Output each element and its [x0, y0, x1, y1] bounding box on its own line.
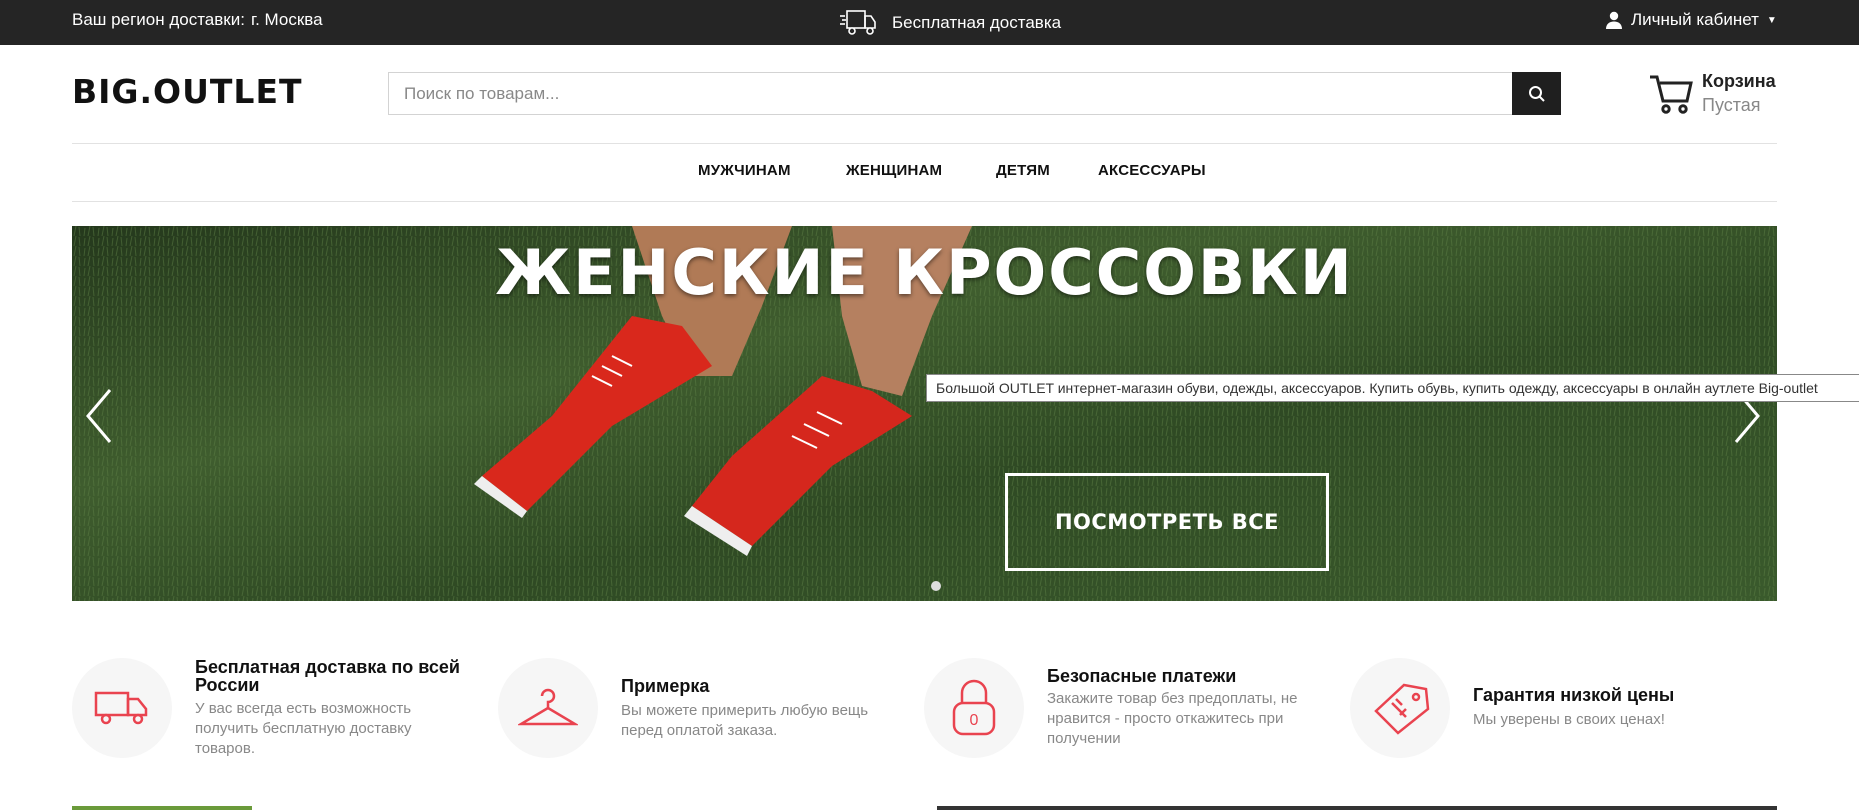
cart-title: Корзина: [1702, 71, 1776, 91]
next-section-edge-right: [937, 806, 1777, 810]
feature-item: Бесплатная доставка по всей России У вас…: [72, 655, 492, 765]
page-tooltip: Большой OUTLET интернет-магазин обуви, о…: [926, 374, 1859, 402]
account-label: Личный кабинет: [1631, 10, 1759, 29]
delivery-region[interactable]: Ваш регион доставки: г. Москва: [72, 10, 323, 30]
banner-headline: ЖЕНСКИЕ КРОССОВКИ: [495, 236, 1354, 309]
feature-title: Примерка: [621, 676, 710, 696]
free-shipping-text: Бесплатная доставка: [892, 13, 1062, 32]
region-label: Ваш регион доставки:: [72, 10, 245, 29]
caret-down-icon: ▼: [1766, 14, 1777, 26]
site-logo[interactable]: BIG.OUTLET: [72, 72, 303, 111]
feature-title: Безопасные платежи: [1047, 666, 1237, 686]
search-button[interactable]: [1512, 72, 1561, 115]
slider-dot[interactable]: [931, 581, 941, 591]
region-city[interactable]: г. Москва: [251, 10, 323, 29]
nav-item-men[interactable]: МУЖЧИНАМ: [698, 162, 791, 179]
cart-status: Пустая: [1702, 95, 1761, 115]
feature-icon-circle: 0: [924, 658, 1024, 758]
feature-desc: Вы можете примерить любую вещь перед опл…: [621, 702, 869, 739]
feature-item: Примерка Вы можете примерить любую вещь …: [498, 655, 918, 765]
chevron-left-icon[interactable]: [84, 388, 114, 444]
feature-title: Бесплатная доставка по всей России: [195, 657, 460, 695]
feature-icon-circle: [1350, 658, 1450, 758]
view-all-button[interactable]: ПОСМОТРЕТЬ ВСЕ: [1005, 473, 1329, 571]
feature-item: 0 Безопасные платежи Закажите товар без …: [924, 655, 1344, 765]
hero-slider[interactable]: ЖЕНСКИЕ КРОССОВКИ ПОСМОТРЕТЬ ВСЕ: [72, 226, 1777, 601]
search-bar: [388, 72, 1561, 115]
feature-item: Гарантия низкой цены Мы уверены в своих …: [1350, 655, 1770, 765]
nav-item-women[interactable]: ЖЕНЩИНАМ: [846, 162, 942, 179]
feature-icon-circle: [498, 658, 598, 758]
nav-divider: [72, 201, 1777, 202]
search-input[interactable]: [389, 73, 1513, 114]
top-bar: Ваш регион доставки: г. Москва Бесплатная…: [0, 0, 1859, 45]
nav-item-accessories[interactable]: АКСЕССУАРЫ: [1098, 162, 1206, 179]
next-section-edge-left: [72, 806, 252, 810]
account-menu[interactable]: Личный кабинет ▼: [1605, 10, 1777, 30]
truck-icon: [94, 691, 148, 725]
padlock-icon: 0: [952, 679, 996, 736]
shopping-cart-icon: [1650, 75, 1693, 114]
user-icon: [1606, 11, 1622, 29]
feature-desc: У вас всегда есть возможность получить б…: [195, 700, 412, 757]
feature-icon-circle: [72, 658, 172, 758]
feature-desc: Закажите товар без предоплаты, не нравит…: [1047, 690, 1298, 747]
delivery-truck-icon: [840, 10, 876, 35]
hanger-icon: [518, 688, 578, 726]
free-shipping-notice: Бесплатная доставка: [840, 5, 1061, 41]
header-divider: [72, 143, 1777, 144]
feature-desc: Мы уверены в своих ценах!: [1473, 711, 1665, 728]
search-icon: [1528, 85, 1545, 102]
feature-title: Гарантия низкой цены: [1473, 685, 1675, 705]
features-row: Бесплатная доставка по всей России У вас…: [0, 655, 1859, 765]
cart[interactable]: Корзина Пустая: [1648, 70, 1776, 118]
svg-text:0: 0: [970, 712, 979, 729]
nav-item-kids[interactable]: ДЕТЯМ: [996, 162, 1050, 179]
price-tag-icon: [1374, 683, 1430, 735]
